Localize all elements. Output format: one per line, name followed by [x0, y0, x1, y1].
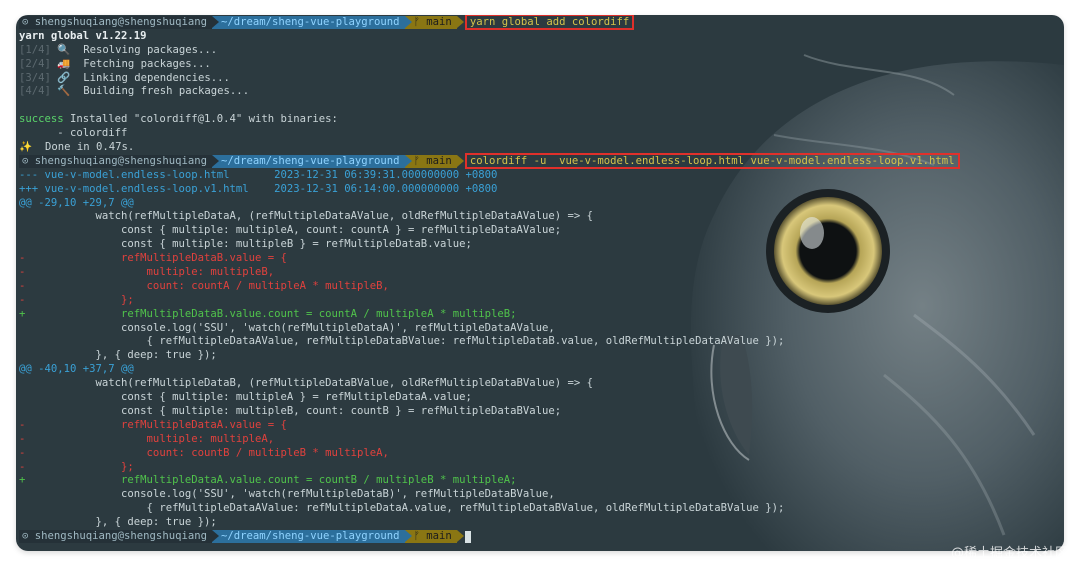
- terminal-line: const { multiple: multipleA } = refMulti…: [19, 391, 1064, 405]
- terminal-line: watch(refMultipleDataA, (refMultipleData…: [19, 210, 1064, 224]
- diff-removed-line: - refMultipleDataB.value = {: [19, 252, 1064, 266]
- step-text: Linking dependencies...: [70, 71, 230, 84]
- line-text: - colordiff: [19, 127, 128, 140]
- step-counter: [3/4]: [19, 71, 51, 84]
- powerline-prompt: ⊙ shengshuqiang@shengshuqiang ~/dream/she…: [19, 529, 465, 543]
- line-text: console.log('SSU', 'watch(refMultipleDat…: [19, 321, 555, 334]
- terminal-window[interactable]: ⊙ shengshuqiang@shengshuqiang ~/dream/she…: [16, 15, 1064, 551]
- line-text: { refMultipleDataAValue, refMultipleData…: [19, 335, 785, 348]
- line-text: }, { deep: true });: [19, 516, 217, 529]
- line-text: - refMultipleDataB.value = {: [19, 252, 287, 265]
- terminal-line: --- vue-v-model.endless-loop.html 2023-1…: [19, 169, 1064, 183]
- terminal-line: watch(refMultipleDataB, (refMultipleData…: [19, 377, 1064, 391]
- prompt-user: ⊙ shengshuqiang@shengshuqiang: [19, 154, 219, 168]
- yarn-step-line: [2/4] 🚚 Fetching packages...: [19, 58, 1064, 72]
- terminal-line: console.log('SSU', 'watch(refMultipleDat…: [19, 322, 1064, 336]
- prompt-branch: ᚠ main: [404, 16, 465, 29]
- terminal-line: const { multiple: multipleB } = refMulti…: [19, 238, 1064, 252]
- prompt-line: ⊙ shengshuqiang@shengshuqiang ~/dream/she…: [19, 529, 1064, 544]
- line-text: yarn global v1.22.19: [19, 29, 147, 42]
- terminal-line: yarn global v1.22.19: [19, 30, 1064, 44]
- prompt-path: ~/dream/sheng-vue-playground: [211, 16, 412, 29]
- prompt-line: ⊙ shengshuqiang@shengshuqiang ~/dream/she…: [19, 15, 1064, 30]
- prompt-branch: ᚠ main: [404, 154, 465, 168]
- prompt-path: ~/dream/sheng-vue-playground: [211, 529, 412, 543]
- line-text: --- vue-v-model.endless-loop.html 2023-1…: [19, 168, 498, 181]
- prompt-branch: ᚠ main: [404, 529, 465, 543]
- diff-removed-line: - multiple: multipleB,: [19, 266, 1064, 280]
- diff-removed-line: - count: countB / multipleB * multipleA,: [19, 447, 1064, 461]
- terminal-line: ✨ Done in 0.47s.: [19, 141, 1064, 155]
- step-text: Building fresh packages...: [70, 85, 250, 98]
- yarn-step-line: [1/4] 🔍 Resolving packages...: [19, 44, 1064, 58]
- terminal-line: console.log('SSU', 'watch(refMultipleDat…: [19, 488, 1064, 502]
- terminal-line: }, { deep: true });: [19, 349, 1064, 363]
- line-text: - count: countB / multipleB * multipleA,: [19, 446, 389, 459]
- terminal-line: { refMultipleDataAValue, refMultipleData…: [19, 335, 1064, 349]
- terminal-line: - colordiff: [19, 127, 1064, 141]
- step-emoji-icon: 🔨: [57, 85, 71, 98]
- diff-removed-line: - };: [19, 461, 1064, 475]
- step-emoji-icon: 🔗: [57, 71, 71, 84]
- line-text: + refMultipleDataA.value.count = countB …: [19, 474, 517, 487]
- step-text: Fetching packages...: [70, 57, 211, 70]
- terminal-line: }, { deep: true });: [19, 516, 1064, 530]
- terminal-line: { refMultipleDataAValue: refMultipleData…: [19, 502, 1064, 516]
- watermark: @稀土掘金技术社区: [950, 546, 1068, 561]
- prompt-user: ⊙ shengshuqiang@shengshuqiang: [19, 16, 219, 29]
- success-text: Installed "colordiff@1.0.4" with binarie…: [63, 113, 338, 126]
- terminal-line: +++ vue-v-model.endless-loop.v1.html 202…: [19, 183, 1064, 197]
- line-text: +++ vue-v-model.endless-loop.v1.html 202…: [19, 182, 498, 195]
- prompt-user: ⊙ shengshuqiang@shengshuqiang: [19, 529, 219, 543]
- yarn-step-line: [4/4] 🔨 Building fresh packages...: [19, 85, 1064, 99]
- powerline-prompt: ⊙ shengshuqiang@shengshuqiang ~/dream/she…: [19, 154, 465, 168]
- step-emoji-icon: 🚚: [57, 57, 71, 70]
- prompt-path: ~/dream/sheng-vue-playground: [211, 154, 412, 168]
- line-text: + refMultipleDataB.value.count = countA …: [19, 307, 517, 320]
- terminal-cursor[interactable]: [464, 530, 471, 543]
- line-text: - };: [19, 460, 134, 473]
- line-text: console.log('SSU', 'watch(refMultipleDat…: [19, 488, 555, 501]
- prompt-line: ⊙ shengshuqiang@shengshuqiang ~/dream/she…: [19, 152, 1064, 169]
- success-label: success: [19, 113, 64, 126]
- powerline-prompt: ⊙ shengshuqiang@shengshuqiang ~/dream/she…: [19, 16, 465, 29]
- line-text: - };: [19, 293, 134, 306]
- step-counter: [4/4]: [19, 85, 51, 98]
- step-text: Resolving packages...: [70, 43, 218, 56]
- diff-hunk-header: @@ -40,10 +37,7 @@: [19, 363, 1064, 377]
- line-text: - multiple: multipleB,: [19, 266, 275, 279]
- line-text: ✨ Done in 0.47s.: [19, 141, 135, 154]
- line-text: watch(refMultipleDataB, (refMultipleData…: [19, 377, 594, 390]
- success-line: success Installed "colordiff@1.0.4" with…: [19, 113, 1064, 127]
- diff-removed-line: - };: [19, 294, 1064, 308]
- terminal-line: const { multiple: multipleB, count: coun…: [19, 405, 1064, 419]
- line-text: const { multiple: multipleA, count: coun…: [19, 224, 562, 237]
- step-counter: [2/4]: [19, 57, 51, 70]
- line-text: const { multiple: multipleB } = refMulti…: [19, 238, 472, 251]
- diff-added-line: + refMultipleDataA.value.count = countB …: [19, 474, 1064, 488]
- line-text: @@ -40,10 +37,7 @@: [19, 363, 134, 376]
- diff-removed-line: - count: countA / multipleA * multipleB,: [19, 280, 1064, 294]
- line-text: const { multiple: multipleB, count: coun…: [19, 404, 562, 417]
- step-counter: [1/4]: [19, 43, 51, 56]
- command-text: yarn global add colordiff: [464, 15, 635, 30]
- step-emoji-icon: 🔍: [57, 43, 71, 56]
- terminal-line: const { multiple: multipleA, count: coun…: [19, 224, 1064, 238]
- line-text: @@ -29,10 +29,7 @@: [19, 196, 134, 209]
- diff-removed-line: - multiple: multipleA,: [19, 433, 1064, 447]
- line-text: - count: countA / multipleA * multipleB,: [19, 279, 389, 292]
- diff-removed-line: - refMultipleDataA.value = {: [19, 419, 1064, 433]
- line-text: { refMultipleDataAValue: refMultipleData…: [19, 502, 785, 515]
- line-text: }, { deep: true });: [19, 349, 217, 362]
- line-text: watch(refMultipleDataA, (refMultipleData…: [19, 210, 594, 223]
- line-text: - multiple: multipleA,: [19, 432, 275, 445]
- yarn-step-line: [3/4] 🔗 Linking dependencies...: [19, 72, 1064, 86]
- diff-added-line: + refMultipleDataB.value.count = countA …: [19, 308, 1064, 322]
- line-text: const { multiple: multipleA } = refMulti…: [19, 391, 472, 404]
- diff-hunk-header: @@ -29,10 +29,7 @@: [19, 197, 1064, 211]
- line-text: - refMultipleDataA.value = {: [19, 418, 287, 431]
- command-text: colordiff -u vue-v-model.endless-loop.ht…: [464, 152, 960, 169]
